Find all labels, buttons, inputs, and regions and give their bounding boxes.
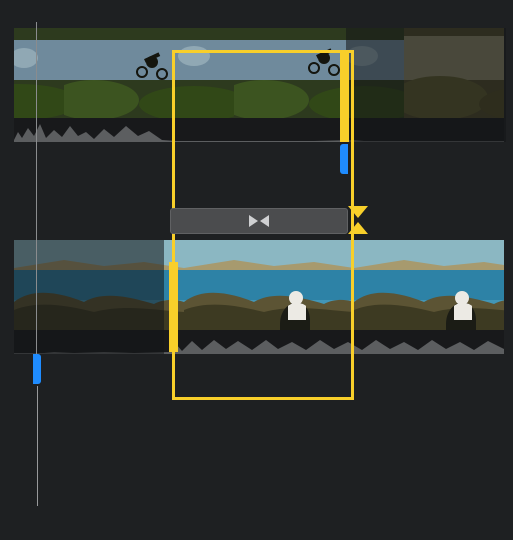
thumbnail-frame [354, 240, 504, 330]
lower-clip-in-handle[interactable] [169, 262, 178, 352]
precision-editor-timeline [14, 28, 504, 142]
upper-clip-thumbnails [14, 28, 364, 118]
callout-line [37, 386, 38, 506]
cross-dissolve-icon [248, 214, 270, 228]
edit-point-marker[interactable] [348, 206, 368, 234]
thumbnail-frame [64, 28, 234, 118]
upper-dimmed-region [346, 28, 506, 142]
lower-audio-edit-handle[interactable] [33, 354, 41, 384]
upper-audio-edit-handle[interactable] [340, 144, 348, 174]
thumbnail-frame [184, 240, 354, 330]
transition-button[interactable] [170, 208, 348, 234]
upper-track [14, 28, 504, 142]
thumbnail-frame [14, 28, 64, 118]
playhead[interactable] [36, 22, 37, 382]
upper-clip-out-handle[interactable] [340, 52, 349, 142]
hourglass-icon [348, 206, 368, 234]
